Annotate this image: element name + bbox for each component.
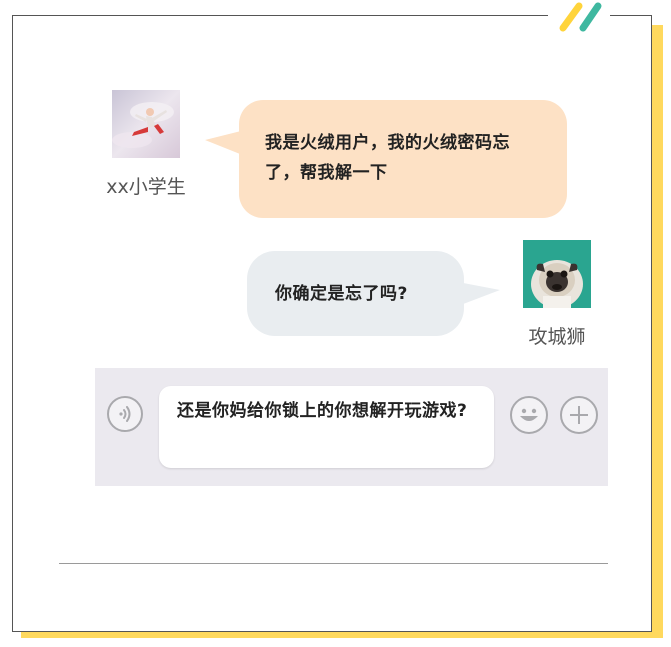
voice-icon <box>119 406 131 422</box>
voice-button[interactable] <box>107 396 143 432</box>
slash-decoration-icon <box>559 2 602 32</box>
pug-dog-avatar-icon <box>523 240 591 308</box>
smiley-icon <box>520 408 538 421</box>
reply-bubble-tail <box>458 282 500 306</box>
divider <box>59 563 608 564</box>
reply-message-bubble: 你确定是忘了吗? <box>247 251 464 336</box>
reply-message-text: 你确定是忘了吗? <box>275 284 408 304</box>
reply-name: 攻城狮 <box>528 326 586 348</box>
user-name: xx小学生 <box>106 176 186 198</box>
message-input[interactable]: 还是你妈给你锁上的你想解开玩游戏? <box>159 386 494 468</box>
reply-avatar[interactable] <box>523 240 591 308</box>
dancer-avatar-icon <box>112 90 180 158</box>
emoji-button[interactable] <box>510 396 548 434</box>
user-avatar[interactable] <box>112 90 180 158</box>
plus-icon <box>570 406 588 424</box>
user-message-bubble: 我是火绒用户，我的火绒密码忘了，帮我解一下 <box>239 100 567 218</box>
message-input-text: 还是你妈给你锁上的你想解开玩游戏? <box>177 401 468 421</box>
user-message-text: 我是火绒用户，我的火绒密码忘了，帮我解一下 <box>265 133 510 183</box>
add-button[interactable] <box>560 396 598 434</box>
